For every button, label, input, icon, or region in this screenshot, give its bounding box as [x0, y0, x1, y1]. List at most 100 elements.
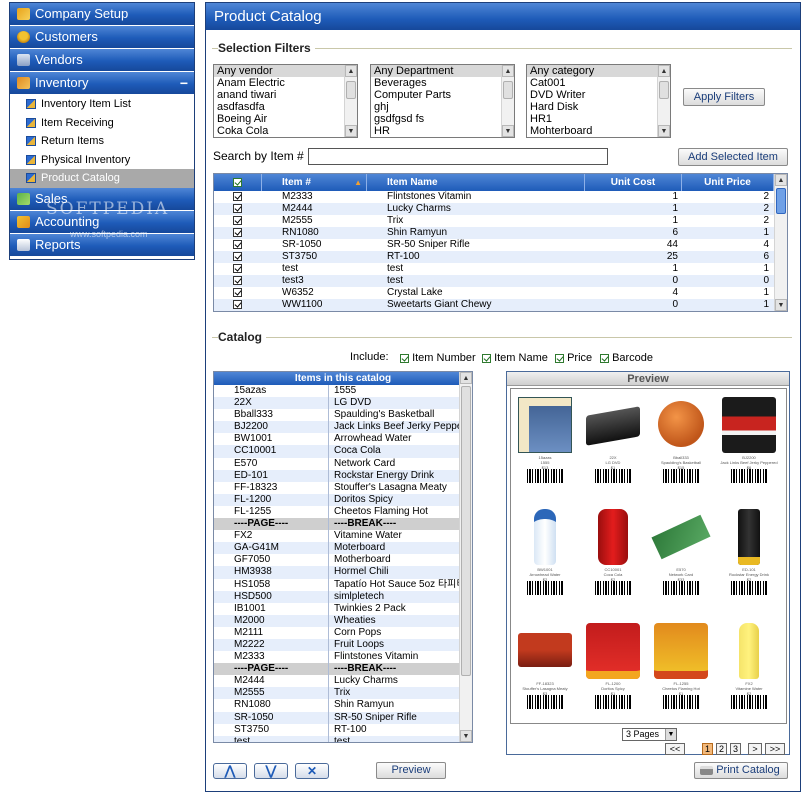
scroll-down-icon[interactable]: ▼	[502, 125, 514, 137]
list-item[interactable]: M2444 Lucky Charms	[214, 675, 460, 688]
list-item[interactable]: Bball333 Spaulding's Basketball	[214, 409, 460, 422]
chevron-down-icon[interactable]: ▼	[665, 729, 676, 740]
list-item[interactable]: RN1080 Shin Ramyun	[214, 699, 460, 712]
list-item[interactable]: M2555 Trix	[214, 687, 460, 700]
scroll-thumb[interactable]	[776, 188, 786, 214]
sidebar-item-item-receiving[interactable]: Item Receiving	[10, 114, 194, 133]
department-option[interactable]: ghj	[371, 101, 514, 113]
category-option[interactable]: Mohterboard	[527, 125, 670, 137]
row-checkbox[interactable]	[233, 287, 242, 297]
list-item[interactable]: M2111 Corn Pops	[214, 626, 460, 639]
vendor-option[interactable]: Anam Electric	[214, 77, 357, 89]
list-item[interactable]: M2333 Flintstones Vitamin	[214, 651, 460, 664]
table-row[interactable]: SR-1050 SR-50 Sniper Rifle 44 4	[214, 239, 774, 251]
nav-accounting[interactable]: Accounting	[10, 210, 194, 233]
scrollbar[interactable]: ▲ ▼	[344, 65, 357, 137]
vendor-list[interactable]: Any vendor Anam Electric anand tiwari as…	[213, 64, 358, 138]
last-page-button[interactable]: >>	[765, 743, 785, 755]
checkbox[interactable]	[555, 353, 564, 363]
row-checkbox[interactable]	[233, 263, 242, 273]
scroll-up-icon[interactable]: ▲	[460, 372, 472, 384]
scroll-up-icon[interactable]: ▲	[658, 65, 670, 77]
table-row[interactable]: test test 1 1	[214, 263, 774, 275]
row-checkbox-cell[interactable]	[233, 251, 253, 263]
include-item-number[interactable]: Item Number	[400, 352, 476, 364]
row-checkbox-cell[interactable]	[233, 215, 253, 227]
table-row[interactable]: WW1100 Sweetarts Giant Chewy 0 1	[214, 299, 774, 311]
row-checkbox[interactable]	[233, 299, 242, 309]
scroll-up-icon[interactable]: ▲	[502, 65, 514, 77]
vendor-option[interactable]: Boeing Air	[214, 113, 357, 125]
select-all-checkbox[interactable]	[233, 177, 242, 187]
list-item[interactable]: HSD500 simlpletech	[214, 590, 460, 603]
table-row[interactable]: W6352 Crystal Lake 4 1	[214, 287, 774, 299]
sidebar-item-product-catalog[interactable]: Product Catalog	[10, 169, 194, 188]
row-checkbox[interactable]	[233, 227, 242, 237]
page-2-button[interactable]: 2	[716, 743, 727, 755]
checkbox[interactable]	[400, 353, 409, 363]
list-item[interactable]: HS1058 Tapatío Hot Sauce 5oz 타피티오	[214, 578, 462, 591]
sidebar-item-inventory-item-list[interactable]: Inventory Item List	[10, 95, 194, 114]
scroll-thumb[interactable]	[659, 81, 669, 99]
table-row[interactable]: RN1080 Shin Ramyun 6 1	[214, 227, 774, 239]
page-break-row[interactable]: ----PAGE---- ----BREAK----	[214, 663, 460, 676]
vendor-option[interactable]: asdfasdfa	[214, 101, 357, 113]
nav-inventory[interactable]: Inventory −	[10, 72, 194, 94]
header-unit-cost[interactable]: Unit Cost	[585, 174, 682, 191]
vendor-option[interactable]: Any vendor	[214, 65, 357, 77]
row-checkbox[interactable]	[233, 203, 242, 213]
next-page-button[interactable]: >	[748, 743, 762, 755]
row-checkbox-cell[interactable]	[233, 203, 253, 215]
first-page-button[interactable]: <<	[665, 743, 685, 755]
scroll-down-icon[interactable]: ▼	[345, 125, 357, 137]
row-checkbox-cell[interactable]	[233, 239, 253, 251]
nav-customers[interactable]: Customers	[10, 26, 194, 48]
nav-vendors[interactable]: Vendors	[10, 49, 194, 71]
list-item[interactable]: test test	[214, 735, 460, 742]
list-item[interactable]: M2222 Fruit Loops	[214, 638, 460, 652]
include-price[interactable]: Price	[555, 352, 592, 364]
table-row[interactable]: M2333 Flintstones Vitamin 1 2	[214, 191, 774, 203]
department-option[interactable]: HR	[371, 125, 514, 137]
scroll-thumb[interactable]	[503, 81, 513, 99]
list-item[interactable]: FL-1255 Cheetos Flaming Hot	[214, 505, 460, 519]
list-item[interactable]: CC10001 Coca Cola	[214, 445, 460, 458]
table-row[interactable]: M2555 Trix 1 2	[214, 215, 774, 227]
category-list[interactable]: Any category Cat001 DVD Writer Hard Disk…	[526, 64, 671, 138]
page-3-button[interactable]: 3	[730, 743, 741, 755]
category-option[interactable]: HR1	[527, 113, 670, 125]
list-item[interactable]: SR-1050 SR-50 Sniper Rifle	[214, 711, 460, 724]
table-row[interactable]: ST3750 RT-100 25 6	[214, 251, 774, 263]
apply-filters-button[interactable]: Apply Filters	[683, 88, 765, 106]
row-checkbox-cell[interactable]	[233, 191, 253, 203]
row-checkbox-cell[interactable]	[233, 263, 253, 275]
list-item[interactable]: ST3750 RT-100	[214, 723, 460, 736]
list-item[interactable]: 15azas 1555	[214, 385, 460, 398]
nav-reports[interactable]: Reports	[10, 233, 194, 256]
include-item-name[interactable]: Item Name	[482, 352, 548, 364]
catalog-scrollbar[interactable]: ▲ ▼	[459, 372, 472, 742]
header-item-number[interactable]: Item # ▲	[262, 174, 367, 191]
row-checkbox-cell[interactable]	[233, 227, 253, 239]
scroll-up-icon[interactable]: ▲	[775, 174, 787, 186]
scroll-down-icon[interactable]: ▼	[775, 299, 787, 311]
list-item[interactable]: BJ2200 Jack Links Beef Jerky Peppered	[214, 421, 462, 434]
vendor-option[interactable]: Coka Cola	[214, 125, 357, 137]
sidebar-item-physical-inventory[interactable]: Physical Inventory	[10, 151, 194, 170]
row-checkbox-cell[interactable]	[233, 299, 253, 311]
search-input[interactable]	[308, 148, 608, 165]
table-row[interactable]: M2444 Lucky Charms 1 2	[214, 203, 774, 215]
list-item[interactable]: FF-18323 Stouffer's Lasagna Meaty	[214, 481, 460, 494]
select-all-cell[interactable]	[214, 174, 262, 191]
category-option[interactable]: Cat001	[527, 77, 670, 89]
print-catalog-button[interactable]: Print Catalog	[694, 762, 788, 779]
category-option[interactable]: Any category	[527, 65, 670, 77]
scroll-thumb[interactable]	[346, 81, 356, 99]
department-option[interactable]: Beverages	[371, 77, 514, 89]
scroll-thumb[interactable]	[461, 386, 471, 676]
list-item[interactable]: BW1001 Arrowhead Water	[214, 433, 460, 446]
page-1-button[interactable]: 1	[702, 743, 713, 755]
preview-button[interactable]: Preview	[376, 762, 446, 779]
row-checkbox[interactable]	[233, 239, 242, 249]
catalog-item-list[interactable]: Items in this catalog 15azas 1555 22X LG DV…	[213, 371, 473, 743]
